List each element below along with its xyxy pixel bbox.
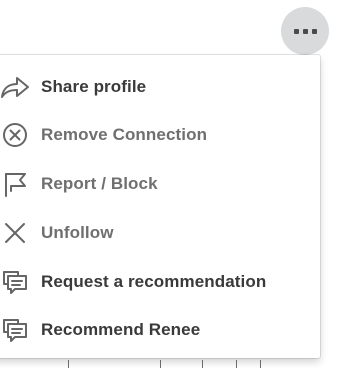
- menu-item-label: Report / Block: [41, 174, 158, 193]
- menu-item-remove-connection[interactable]: Remove Connection: [0, 113, 310, 157]
- chat-bubbles-icon: [0, 267, 30, 297]
- more-options-button[interactable]: [281, 7, 329, 55]
- share-arrow-icon: [0, 72, 30, 102]
- remove-circle-icon: [0, 120, 30, 150]
- menu-item-label: Remove Connection: [41, 125, 208, 144]
- menu-item-label: Share profile: [41, 77, 147, 96]
- chat-bubbles-icon: [0, 315, 30, 345]
- menu-item-request-recommendation[interactable]: Request a recommendation: [0, 260, 310, 304]
- menu-item-unfollow[interactable]: Unfollow: [0, 211, 310, 255]
- menu-item-label: Recommend Renee: [41, 320, 201, 339]
- menu-item-label: Unfollow: [41, 223, 114, 242]
- flag-icon: [0, 169, 30, 199]
- profile-more-menu-screen: Share profile Remove Connection Report /…: [0, 0, 338, 368]
- background-ruler-ticks: [0, 358, 338, 368]
- close-icon: [0, 218, 30, 248]
- menu-item-label: Request a recommendation: [41, 272, 267, 291]
- more-horizontal-icon: [293, 28, 317, 34]
- menu-item-share-profile[interactable]: Share profile: [0, 65, 310, 109]
- menu-item-recommend-renee[interactable]: Recommend Renee: [0, 308, 310, 352]
- menu-item-report-block[interactable]: Report / Block: [0, 162, 310, 206]
- overflow-menu: Share profile Remove Connection Report /…: [0, 55, 320, 358]
